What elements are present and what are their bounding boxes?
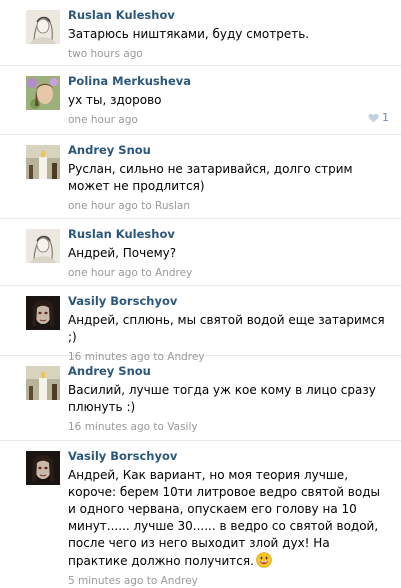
- comment-time[interactable]: one hour ago: [68, 114, 138, 126]
- avatar[interactable]: [26, 10, 60, 44]
- comment-author[interactable]: Andrey Snou: [68, 143, 387, 157]
- reply-to-link[interactable]: Ruslan: [155, 200, 190, 212]
- comment-author[interactable]: Ruslan Kuleshov: [68, 227, 387, 241]
- comment-item: Ruslan Kuleshov Затарюсь ништяками, буду…: [0, 0, 401, 66]
- reply-to-link[interactable]: Andrey: [155, 267, 192, 279]
- comment-author[interactable]: Andrey Snou: [68, 364, 387, 378]
- like-button[interactable]: 1: [368, 111, 389, 124]
- comment-author[interactable]: Polina Merkusheva: [68, 74, 387, 88]
- comment-text: Василий, лучше тогда уж кое кому в лицо …: [68, 383, 376, 414]
- avatar[interactable]: [26, 76, 60, 110]
- comment-meta: one hour ago: [68, 114, 387, 127]
- comment-time[interactable]: two hours ago: [68, 48, 143, 60]
- reply-separator: to: [137, 267, 156, 279]
- comment-text: Руслан, сильно не затаривайся, долго стр…: [68, 162, 353, 193]
- comment-item: Polina Merkusheva ух ты, здорово one hou…: [0, 66, 401, 135]
- comment-text: Затарюсь ништяками, буду смотреть.: [68, 27, 310, 41]
- comment-item: Vasily Borschyov Андрей, Как вариант, но…: [0, 441, 401, 587]
- comment-text: ух ты, здорово: [68, 93, 162, 107]
- comment-author[interactable]: Vasily Borschyov: [68, 449, 387, 463]
- sketch-portrait-avatar: [26, 229, 60, 263]
- comment-item: Vasily Borschyov Андрей, сплюнь, мы свят…: [0, 286, 401, 363]
- comment-author[interactable]: Ruslan Kuleshov: [68, 8, 387, 22]
- reply-separator: to: [137, 200, 156, 212]
- comment-meta: 16 minutes ago to Vasily: [68, 421, 387, 434]
- dark-face-avatar: [26, 451, 60, 485]
- avatar[interactable]: [26, 451, 60, 485]
- comment-meta: two hours ago: [68, 48, 387, 61]
- comment-time[interactable]: 16 minutes ago: [68, 421, 150, 433]
- reply-to-link[interactable]: Vasily: [167, 421, 197, 433]
- reply-separator: to: [150, 421, 168, 433]
- comment-item: Andrey Snou Руслан, сильно не затаривайс…: [0, 135, 401, 219]
- grinning-smiley-icon: [256, 552, 272, 568]
- girl-flowers-avatar: [26, 76, 60, 110]
- comment-author[interactable]: Vasily Borschyov: [68, 294, 387, 308]
- comment-time[interactable]: one hour ago: [68, 200, 138, 212]
- comment-time[interactable]: one hour ago: [68, 267, 138, 279]
- sketch-portrait-avatar: [26, 10, 60, 44]
- comment-text: Андрей, Почему?: [68, 246, 177, 260]
- comment-text: Андрей, сплюнь, мы святой водой еще зата…: [68, 313, 385, 344]
- comment-meta: one hour ago to Ruslan: [68, 200, 387, 213]
- candle-avatar: [26, 366, 60, 400]
- avatar[interactable]: [26, 229, 60, 263]
- dark-face-avatar: [26, 296, 60, 330]
- avatar[interactable]: [26, 145, 60, 179]
- comment-item: Andrey Snou Василий, лучше тогда уж кое …: [0, 356, 401, 441]
- comment-item: Ruslan Kuleshov Андрей, Почему? one hour…: [0, 219, 401, 286]
- comment-meta: one hour ago to Andrey: [68, 267, 387, 280]
- comment-text: Андрей, Как вариант, но моя теория лучше…: [68, 468, 380, 568]
- comment-list: Ruslan Kuleshov Затарюсь ништяками, буду…: [0, 0, 401, 587]
- comment-text-block: Андрей, Как вариант, но моя теория лучше…: [68, 467, 387, 570]
- candle-avatar: [26, 145, 60, 179]
- avatar[interactable]: [26, 366, 60, 400]
- heart-icon: [368, 113, 379, 123]
- like-count: 1: [382, 111, 389, 124]
- avatar[interactable]: [26, 296, 60, 330]
